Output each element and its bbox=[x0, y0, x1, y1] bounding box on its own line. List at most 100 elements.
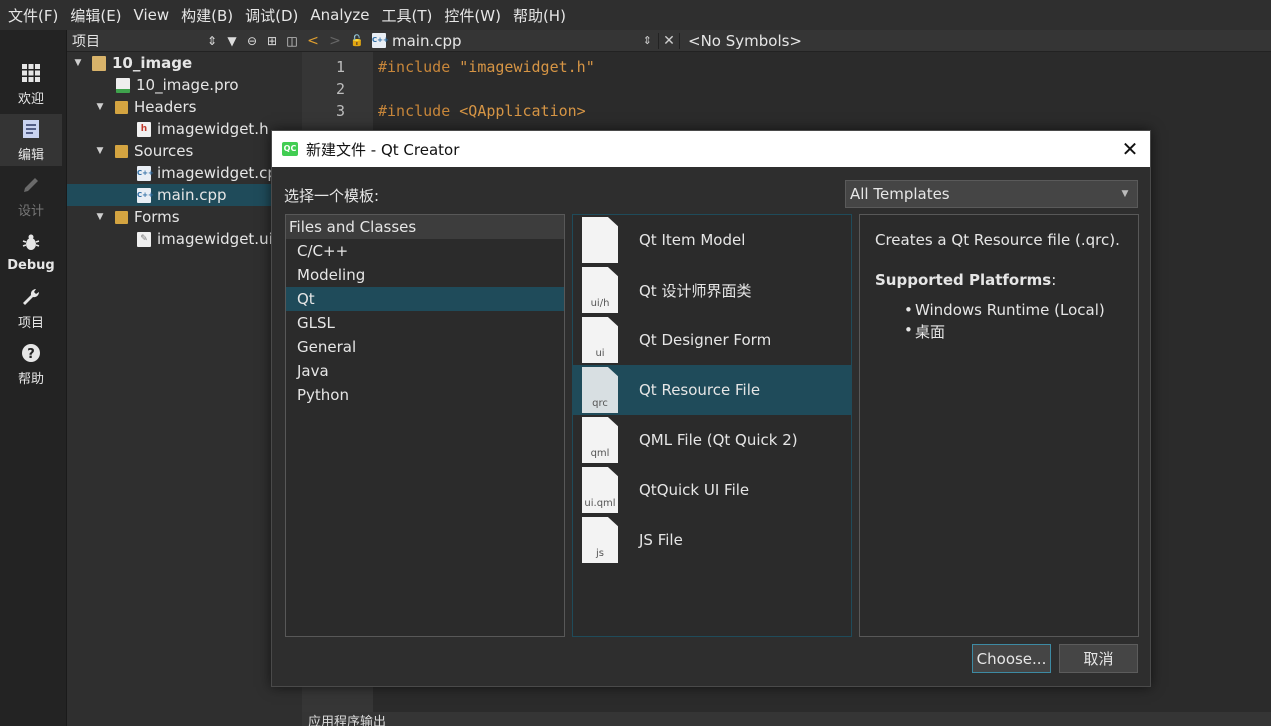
tree-item-header-file[interactable]: h imagewidget.h bbox=[67, 118, 302, 140]
line-number: 2 bbox=[335, 80, 345, 98]
template-item-label: JS File bbox=[639, 531, 683, 549]
tree-item-source-file[interactable]: C++ imagewidget.cpp bbox=[67, 162, 302, 184]
mode-design[interactable]: 设计 bbox=[0, 170, 62, 222]
wrench-icon bbox=[20, 286, 42, 308]
menu-view[interactable]: View bbox=[128, 6, 176, 24]
filter-icon[interactable]: ▼ bbox=[222, 34, 242, 48]
menu-edit[interactable]: 编辑(E) bbox=[64, 5, 127, 26]
close-icon[interactable]: ✕ bbox=[1110, 137, 1150, 161]
menu-help[interactable]: 帮助(H) bbox=[507, 5, 572, 26]
template-item[interactable]: ui/h Qt 设计师界面类 bbox=[573, 265, 851, 315]
tree-item-project[interactable]: ▼ 10_image bbox=[67, 52, 302, 74]
template-item-label: QtQuick UI File bbox=[639, 481, 750, 499]
document-icon bbox=[582, 217, 618, 263]
mode-projects-label: 项目 bbox=[17, 315, 44, 331]
tree-item-label: Sources bbox=[134, 142, 194, 160]
file-ext-label: qml bbox=[590, 448, 610, 459]
expand-arrow-icon[interactable]: ▼ bbox=[72, 58, 84, 68]
cpp-file-icon: C++ bbox=[137, 165, 154, 181]
tree-item-label: 10_image.pro bbox=[136, 76, 239, 94]
menu-build[interactable]: 构建(B) bbox=[175, 5, 239, 26]
editor-toolbar: < > 🔓 C++ main.cpp ⇕ ✕ <No Symbols> bbox=[302, 30, 1271, 52]
tree-item-label: Forms bbox=[134, 208, 180, 226]
template-filter-select[interactable]: All Templates ▼ bbox=[845, 180, 1138, 208]
tree-item-forms[interactable]: ▼ Forms bbox=[67, 206, 302, 228]
mode-edit[interactable]: 编辑 bbox=[0, 114, 62, 166]
output-pane-label[interactable]: 应用程序输出 bbox=[308, 715, 386, 726]
pro-file-icon bbox=[116, 77, 130, 93]
code-string: "imagewidget.h" bbox=[459, 58, 595, 76]
template-item-label: Qt 设计师界面类 bbox=[639, 281, 752, 300]
mode-debug[interactable]: Debug bbox=[0, 226, 62, 278]
tree-item-label: main.cpp bbox=[157, 186, 227, 204]
folder-icon bbox=[115, 144, 128, 158]
view-switch-icon[interactable]: ⇕ bbox=[202, 34, 222, 48]
category-item-selected[interactable]: Qt bbox=[286, 287, 564, 311]
document-icon: ui.qml bbox=[582, 467, 618, 513]
split-icon[interactable]: ⊞ bbox=[262, 34, 282, 48]
template-filter-value: All Templates bbox=[850, 185, 950, 203]
platform-item-label: 桌面 bbox=[915, 323, 946, 341]
menu-debug[interactable]: 调试(D) bbox=[239, 5, 304, 26]
template-item-selected[interactable]: qrc Qt Resource File bbox=[573, 365, 851, 415]
expand-arrow-icon[interactable]: ▼ bbox=[94, 212, 106, 222]
ui-file-icon: ✎ bbox=[137, 231, 151, 247]
chevron-down-icon: ▼ bbox=[1121, 189, 1129, 199]
category-item[interactable]: C/C++ bbox=[286, 239, 564, 263]
template-item[interactable]: qml QML File (Qt Quick 2) bbox=[573, 415, 851, 465]
link-icon[interactable]: ⊖ bbox=[242, 34, 262, 48]
menu-controls[interactable]: 控件(W) bbox=[438, 5, 507, 26]
close-document-icon[interactable]: ✕ bbox=[658, 32, 680, 49]
platforms-heading-colon: : bbox=[1051, 271, 1057, 289]
menubar: 文件(F) 编辑(E) View 构建(B) 调试(D) Analyze 工具(… bbox=[0, 0, 1271, 30]
forward-arrow-icon[interactable]: > bbox=[324, 33, 346, 49]
mode-design-label: 设计 bbox=[17, 203, 44, 219]
mode-debug-label: Debug bbox=[7, 257, 55, 273]
tree-item-main-cpp[interactable]: C++ main.cpp bbox=[67, 184, 302, 206]
expand-arrow-icon[interactable]: ▼ bbox=[94, 102, 106, 112]
tree-item-ui-file[interactable]: ✎ imagewidget.ui bbox=[67, 228, 302, 250]
platforms-heading: Supported Platforms: bbox=[875, 271, 1123, 289]
description-text: Creates a Qt Resource file (.qrc). bbox=[875, 231, 1120, 249]
tree-item-label: Headers bbox=[134, 98, 197, 116]
menu-file[interactable]: 文件(F) bbox=[2, 5, 64, 26]
tree-item-pro-file[interactable]: 10_image.pro bbox=[67, 74, 302, 96]
symbols-combo[interactable]: <No Symbols> bbox=[688, 32, 802, 50]
expand-arrow-icon[interactable]: ▼ bbox=[94, 146, 106, 156]
back-arrow-icon[interactable]: < bbox=[302, 33, 324, 49]
category-item[interactable]: Modeling bbox=[286, 263, 564, 287]
tree-item-label: imagewidget.h bbox=[157, 120, 269, 138]
template-item[interactable]: ui.qml QtQuick UI File bbox=[573, 465, 851, 515]
template-item-label: QML File (Qt Quick 2) bbox=[639, 431, 798, 449]
cpp-file-icon: C++ bbox=[137, 187, 154, 203]
code-keyword: #include bbox=[378, 58, 460, 76]
category-item[interactable]: Python bbox=[286, 383, 564, 407]
category-item[interactable]: GLSL bbox=[286, 311, 564, 335]
cpp-file-icon: C++ bbox=[372, 33, 389, 48]
open-documents-combo[interactable]: C++ main.cpp ⇕ bbox=[368, 32, 658, 50]
template-description: Creates a Qt Resource file (.qrc). Suppo… bbox=[859, 214, 1139, 637]
folder-icon bbox=[115, 210, 128, 224]
mode-help[interactable]: ? 帮助 bbox=[0, 338, 62, 390]
mode-edit-label: 编辑 bbox=[17, 147, 44, 163]
menu-analyze[interactable]: Analyze bbox=[304, 6, 375, 24]
category-item[interactable]: General bbox=[286, 335, 564, 359]
header-file-icon: h bbox=[137, 121, 151, 137]
folder-icon bbox=[115, 100, 128, 114]
cancel-button[interactable]: 取消 bbox=[1059, 644, 1138, 673]
choose-button[interactable]: Choose... bbox=[972, 644, 1051, 673]
category-item[interactable]: Java bbox=[286, 359, 564, 383]
document-icon: js bbox=[582, 517, 618, 563]
platform-item: 桌面 bbox=[875, 321, 1123, 341]
mode-projects[interactable]: 项目 bbox=[0, 282, 62, 334]
template-item[interactable]: js JS File bbox=[573, 515, 851, 565]
template-item[interactable]: ui Qt Designer Form bbox=[573, 315, 851, 365]
mode-welcome[interactable]: 欢迎 bbox=[0, 58, 62, 110]
close-panel-icon[interactable]: ◫ bbox=[282, 34, 302, 48]
menu-tools[interactable]: 工具(T) bbox=[376, 5, 439, 26]
template-item[interactable]: Qt Item Model bbox=[573, 215, 851, 265]
tree-item-label: imagewidget.ui bbox=[157, 230, 273, 248]
tree-item-headers[interactable]: ▼ Headers bbox=[67, 96, 302, 118]
tree-item-sources[interactable]: ▼ Sources bbox=[67, 140, 302, 162]
template-item-label: Qt Resource File bbox=[639, 381, 761, 399]
